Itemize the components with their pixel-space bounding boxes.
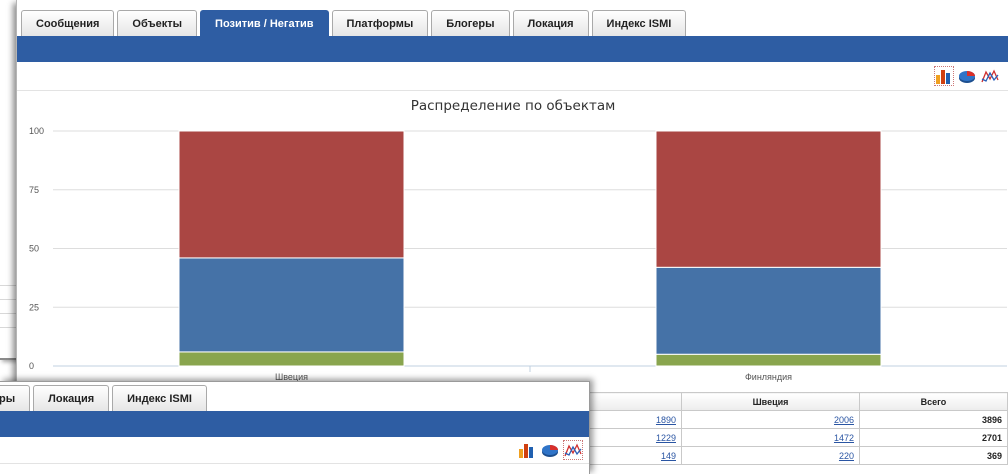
overlay-toolbar-divider: [0, 463, 589, 464]
y-tick-label: 50: [29, 244, 39, 254]
y-tick-label: 75: [29, 185, 39, 195]
cell-link[interactable]: 1890: [656, 415, 676, 425]
overlay-header-bar: [0, 411, 589, 437]
bar-segment: [178, 130, 405, 259]
y-tick-label: 100: [29, 126, 44, 136]
x-category-label: Финляндия: [745, 372, 792, 382]
overlay-tab-location[interactable]: Локация: [33, 385, 110, 411]
table-cell[interactable]: 2006: [681, 410, 860, 429]
cell-link[interactable]: 220: [839, 451, 854, 461]
table-cell[interactable]: 220: [681, 446, 860, 465]
overlay-chart-type-toolbar: [517, 440, 583, 460]
bar-segment: [655, 266, 882, 355]
cell-link[interactable]: 2006: [834, 415, 854, 425]
table-cell-total: 3896: [859, 410, 1008, 429]
table-cell[interactable]: 1890: [587, 410, 682, 429]
table-header-total: Всего: [859, 392, 1008, 411]
table-row: 149 220 369: [587, 446, 1008, 465]
bar-segment: [655, 130, 882, 268]
overlay-tab-bloggers[interactable]: ры: [0, 385, 31, 411]
table-cell[interactable]: 1229: [587, 428, 682, 447]
table-header-sweden: Швеция: [681, 392, 860, 411]
bar-segment: [178, 257, 405, 353]
overlay-window: ры Локация Индекс ISMI: [0, 381, 590, 474]
overlay-tab-bar: ры Локация Индекс ISMI: [0, 385, 210, 411]
pie-chart-icon[interactable]: [540, 440, 560, 460]
y-tick-label: 0: [29, 361, 34, 371]
table-cell[interactable]: 149: [587, 446, 682, 465]
bar-segment: [655, 353, 882, 367]
bar-chart-icon[interactable]: [517, 440, 537, 460]
table-row: 1229 1472 2701: [587, 428, 1008, 447]
data-table: Швеция Всего 1890 2006 3896 1229 1472 27…: [587, 392, 1008, 465]
table-row: 1890 2006 3896: [587, 410, 1008, 429]
table-header-blank: [587, 392, 682, 411]
bar-segment: [178, 351, 405, 367]
cell-link[interactable]: 1472: [834, 433, 854, 443]
line-chart-icon[interactable]: [563, 440, 583, 460]
cell-link[interactable]: 1229: [656, 433, 676, 443]
table-cell[interactable]: 1472: [681, 428, 860, 447]
table-cell-total: 2701: [859, 428, 1008, 447]
y-tick-label: 25: [29, 302, 39, 312]
table-cell-total: 369: [859, 446, 1008, 465]
cell-link[interactable]: 149: [661, 451, 676, 461]
overlay-tab-ismi-index[interactable]: Индекс ISMI: [112, 385, 207, 411]
